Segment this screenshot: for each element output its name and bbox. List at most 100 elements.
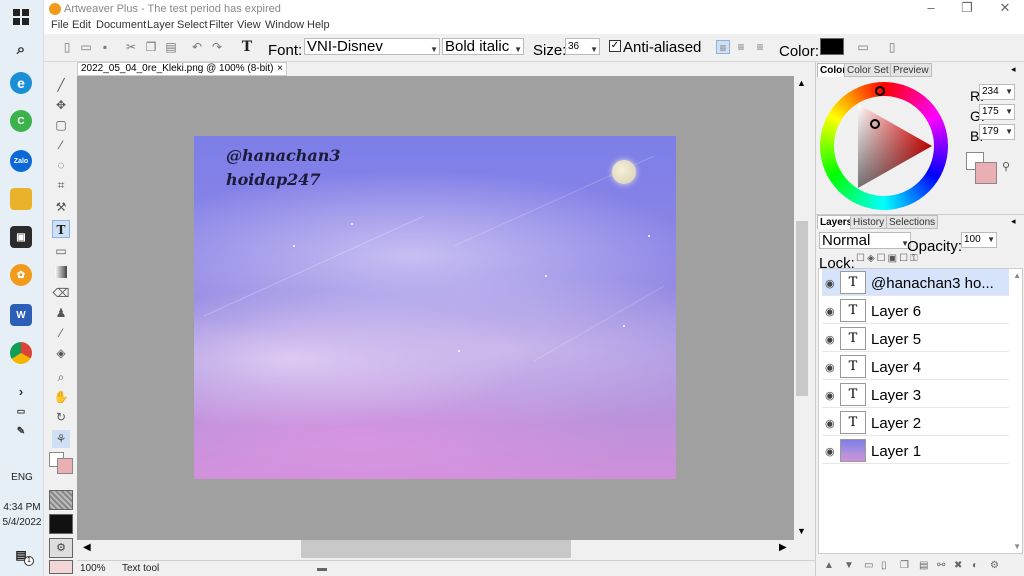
menu-layer[interactable]: Layer (147, 19, 175, 31)
menu-select[interactable]: Select (177, 19, 208, 31)
new-layer-group-icon[interactable]: ▭ (864, 560, 873, 571)
menu-edit[interactable]: Edit (72, 19, 91, 31)
pattern-picker[interactable] (49, 490, 73, 510)
menu-filter[interactable]: Filter (209, 19, 233, 31)
brush-tool-icon[interactable]: ╱ (52, 76, 70, 94)
layers-menu-icon[interactable]: ◂ (1011, 216, 1016, 227)
rect-select-tool-icon[interactable]: ▢ (52, 116, 70, 134)
blend-mode-select[interactable]: Normal ▼ (819, 232, 911, 249)
undo-icon[interactable]: ↶ (190, 40, 204, 54)
horizontal-scrollbar[interactable]: ◀ ▶ (77, 540, 794, 558)
windows-start-icon[interactable] (10, 6, 32, 28)
save-icon[interactable]: ▪ (98, 40, 112, 54)
opacity-spinner[interactable]: 100 ▼ (961, 232, 997, 248)
text-tool-active-icon[interactable]: T (52, 220, 70, 238)
move-tool-icon[interactable]: ✥ (52, 96, 70, 114)
layer-mask-icon[interactable]: ◐ (972, 560, 978, 571)
brush-preset-picker[interactable] (49, 514, 73, 534)
eye-icon[interactable]: ◉ (825, 277, 835, 290)
eye-icon[interactable]: ◉ (825, 333, 835, 346)
file-explorer-icon[interactable] (10, 188, 32, 210)
layers-scroll-down-icon[interactable]: ▼ (1013, 542, 1021, 551)
stamp-tool-icon[interactable]: ⚒ (52, 198, 70, 216)
redo-icon[interactable]: ↷ (210, 40, 224, 54)
gradient-tool-icon[interactable] (55, 266, 67, 278)
panel-background-swatch[interactable] (975, 162, 997, 184)
tab-selections[interactable]: Selections (886, 215, 939, 229)
vertical-scrollbar[interactable]: ▲ ▼ (794, 76, 810, 540)
background-color-swatch[interactable] (57, 458, 73, 474)
minimize-button[interactable]: – (916, 1, 946, 17)
layer-row[interactable]: ◉ T Layer 5 (822, 325, 1009, 352)
align-right-icon[interactable]: ≡ (753, 40, 767, 54)
font-family-select[interactable]: VNI-Disnev ▼ (304, 38, 440, 55)
tab-preview[interactable]: Preview (890, 63, 932, 77)
saturation-triangle[interactable] (820, 82, 948, 210)
layers-scroll-up-icon[interactable]: ▲ (1013, 271, 1021, 280)
b-value-spinner[interactable]: 179 ▼ (979, 124, 1015, 140)
zoom-level[interactable]: 100% (80, 563, 106, 574)
hand-tool-icon[interactable]: ✋ (52, 388, 70, 406)
eye-icon[interactable]: ◉ (825, 361, 835, 374)
new-layer-icon[interactable]: ▯ (881, 560, 887, 571)
search-icon[interactable]: ⌕ (10, 38, 32, 60)
eye-icon[interactable]: ◉ (825, 445, 835, 458)
vertical-scroll-thumb[interactable] (796, 221, 808, 396)
close-button[interactable]: ✕ (990, 1, 1020, 17)
delete-layer-icon[interactable]: ✖ (954, 560, 962, 571)
fill-bucket-tool-icon[interactable]: ◈ (52, 344, 70, 362)
scroll-up-icon[interactable]: ▲ (797, 78, 806, 88)
panel-menu-icon[interactable]: ◂ (1011, 64, 1016, 75)
maximize-button[interactable]: ❐ (952, 1, 982, 17)
tab-color-set[interactable]: Color Set (844, 63, 892, 77)
scroll-left-icon[interactable]: ◀ (83, 542, 91, 553)
link-layer-icon[interactable]: ⚯ (937, 560, 945, 571)
warp-text-icon[interactable]: ▭ (856, 40, 870, 54)
move-layer-down-icon[interactable]: ▼ (844, 560, 854, 571)
artwork-image[interactable]: @hanachan3 hoidap247 (194, 136, 676, 479)
scroll-right-icon[interactable]: ▶ (779, 542, 787, 553)
move-layer-up-icon[interactable]: ▲ (824, 560, 834, 571)
g-value-spinner[interactable]: 175 ▼ (979, 104, 1015, 120)
eyedropper-icon[interactable]: ⚲ (1002, 160, 1010, 173)
chevron-up-icon[interactable]: › (10, 380, 32, 402)
color-preset-picker[interactable] (49, 560, 73, 574)
color-wheel[interactable] (820, 82, 948, 210)
lock-options-icon[interactable]: ☐◈☐▣☐⚿ (856, 253, 920, 264)
zoom-tool-icon[interactable]: ⌕ (52, 368, 70, 386)
artweaver-app-icon[interactable]: ✿ (10, 264, 32, 286)
align-center-icon[interactable]: ≡ (734, 40, 748, 54)
menu-help[interactable]: Help (307, 19, 330, 31)
cut-icon[interactable]: ✂ (124, 40, 138, 54)
status-menu-icon[interactable]: ▬ (317, 563, 327, 574)
pen-icon[interactable]: ✎ (10, 420, 32, 442)
menu-file[interactable]: File (51, 19, 69, 31)
layer-row[interactable]: ◉ T Layer 3 (822, 381, 1009, 408)
document-tab[interactable]: 2022_05_04_0re_Kleki.png @ 100% (8-bit) … (77, 62, 287, 76)
open-icon[interactable]: ▭ (79, 40, 93, 54)
eye-icon[interactable]: ◉ (825, 305, 835, 318)
text-color-swatch[interactable] (820, 38, 844, 55)
eye-icon[interactable]: ◉ (825, 417, 835, 430)
chrome-icon[interactable] (10, 342, 32, 364)
text-palette-icon[interactable]: ▯ (885, 40, 899, 54)
clock-date[interactable]: 5/4/2022 (0, 517, 44, 528)
rotate-view-icon[interactable]: ↻ (52, 408, 70, 426)
language-indicator[interactable]: ENG (0, 472, 44, 483)
edge-browser-icon[interactable]: e (10, 72, 32, 94)
zalo-icon[interactable]: Zalo (10, 150, 32, 172)
copy-icon[interactable]: ❐ (144, 40, 158, 54)
eyedropper-tool-icon[interactable]: ⁄ (52, 324, 70, 342)
coccoc-browser-icon[interactable]: C (10, 110, 32, 132)
menu-window[interactable]: Window (265, 19, 304, 31)
scroll-down-icon[interactable]: ▼ (797, 526, 806, 536)
paste-icon[interactable]: ▤ (164, 40, 178, 54)
new-document-icon[interactable]: ▯ (60, 40, 74, 54)
anti-aliased-checkbox[interactable]: ✓ (609, 40, 621, 52)
menu-view[interactable]: View (237, 19, 261, 31)
word-icon[interactable]: W (10, 304, 32, 326)
clock-time[interactable]: 4:34 PM (0, 502, 44, 513)
close-tab-icon[interactable]: × (277, 63, 283, 75)
font-style-select[interactable]: Bold italic ▼ (442, 38, 524, 55)
layer-row[interactable]: ◉ T Layer 2 (822, 409, 1009, 436)
